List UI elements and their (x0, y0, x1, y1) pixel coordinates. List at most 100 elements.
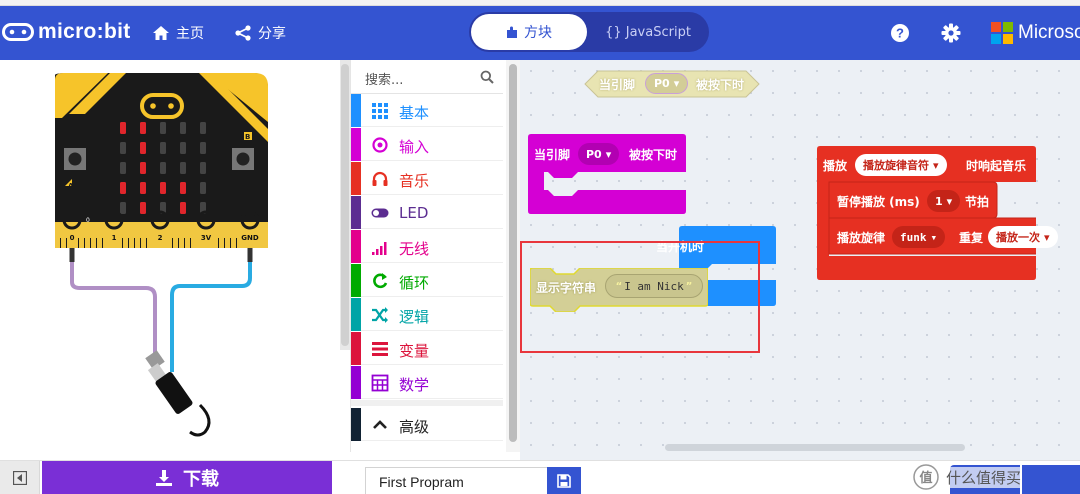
calculator-icon (371, 374, 389, 392)
music-play-prefix: 播放 (823, 159, 848, 173)
loop-icon (373, 273, 388, 289)
blocks-workspace[interactable]: 当引脚 P0 ▾ 被按下时 当引脚 P0 ▾ 被按下时 当开机时 显示字符串 “… (520, 60, 1080, 460)
save-button[interactable] (547, 467, 581, 494)
category-label: 变量 (399, 342, 430, 360)
category-variables[interactable]: 变量 (351, 332, 503, 365)
watermark-text: 什么值得买 (946, 466, 1022, 488)
melody-dropdown[interactable]: 播放旋律音符 ▾ (855, 154, 947, 176)
collapse-icon (13, 471, 27, 485)
home-button[interactable]: 主页 (152, 23, 204, 43)
simulator-panel: 0 1 2 3V GND 0 A B (0, 60, 345, 460)
home-label: 主页 (176, 26, 204, 42)
category-label: 基本 (399, 104, 430, 122)
category-label: 逻辑 (399, 308, 430, 326)
shuffle-icon (372, 307, 388, 323)
category-advanced[interactable]: 高级 (351, 408, 503, 441)
download-button[interactable]: 下载 (42, 461, 332, 494)
logo-text: micro:bit (38, 20, 131, 43)
signal-icon (372, 242, 387, 255)
pin-event-prefix: 当引脚 (534, 148, 571, 162)
bottom-bar: 下载 First Propram 值 什么值得买 (0, 460, 1080, 494)
home-icon (153, 26, 169, 40)
ghost-pin-event-block[interactable]: 当引脚 P0 ▾ 被按下时 (584, 70, 760, 98)
headphones-icon (372, 171, 388, 186)
beats-suffix: 节拍 (965, 195, 990, 209)
toggle-icon (371, 208, 389, 218)
microbit-logo[interactable]: micro:bit (2, 20, 131, 44)
microsoft-icon (991, 22, 1013, 44)
microbit-board[interactable]: 0 1 2 3V GND 0 A B (0, 60, 345, 460)
button-b[interactable] (232, 148, 254, 170)
svg-text:值: 值 (919, 470, 932, 486)
category-basic[interactable]: 基本 (351, 94, 503, 127)
pin-pressed-event-block[interactable]: 当引脚 P0 ▾ 被按下时 (528, 134, 686, 214)
repeat-dropdown[interactable]: 播放一次 ▾ (988, 226, 1058, 248)
editor-toggle: 方块 {} JavaScript (469, 12, 709, 52)
search-input[interactable]: 搜索... (365, 69, 403, 88)
javascript-tab[interactable]: {} JavaScript (589, 14, 707, 50)
watermark-logo-icon: 值 (913, 464, 939, 490)
toolbox-scrollbar[interactable] (506, 60, 520, 452)
blocks-tab-label: 方块 (524, 25, 552, 41)
category-label: 数学 (399, 376, 430, 394)
button-a-label: A (68, 182, 74, 190)
category-radio[interactable]: 无线 (351, 230, 503, 263)
chevron-down-icon: ▾ (933, 158, 939, 172)
chevron-up-icon (373, 420, 387, 429)
blocks-tab[interactable]: 方块 (471, 14, 587, 50)
help-icon[interactable]: ? (889, 22, 911, 44)
share-button[interactable]: 分享 (234, 23, 286, 43)
pin-label-1: 1 (112, 234, 117, 242)
selection-highlight-box (520, 241, 760, 353)
simulator-scrollbar[interactable] (340, 60, 350, 350)
app-header: micro:bit 主页 分享 方块 {} JavaScript ? Micro… (0, 6, 1080, 60)
category-label: 输入 (399, 138, 430, 156)
repeat-value: 播放一次 (996, 231, 1040, 244)
chevron-down-icon: ▾ (605, 147, 612, 161)
beats-dropdown[interactable]: 1 ▾ (927, 190, 961, 212)
button-b-label: B (245, 133, 250, 141)
category-input[interactable]: 输入 (351, 128, 503, 161)
melody-name-dropdown[interactable]: funk ▾ (892, 226, 946, 248)
ghost-prefix: 当引脚 (599, 78, 636, 92)
category-label: LED (399, 204, 429, 222)
ghost-suffix: 被按下时 (696, 78, 745, 92)
toolbox: 搜索... 基本 输入 音乐 LED 无线 循环 逻辑 变量 数学 高级 (350, 60, 520, 452)
download-icon (156, 470, 172, 486)
pin-event-value: P0 (586, 147, 602, 161)
melody-value: 播放旋律音符 (863, 159, 929, 172)
collapse-simulator-button[interactable] (0, 461, 40, 494)
category-logic[interactable]: 逻辑 (351, 298, 503, 331)
gear-icon[interactable] (940, 22, 962, 44)
category-label: 高级 (399, 418, 430, 436)
category-math[interactable]: 数学 (351, 366, 503, 399)
pin-event-dropdown[interactable]: P0 ▾ (578, 143, 620, 165)
chevron-down-icon: ▾ (673, 77, 680, 90)
pin-label-2: 2 (158, 234, 163, 242)
search-icon[interactable] (480, 70, 494, 84)
download-label: 下载 (183, 469, 219, 490)
zoom-controls[interactable] (1022, 465, 1080, 494)
beats-value: 1 (935, 194, 943, 208)
share-label: 分享 (258, 26, 286, 42)
music-play-event-block[interactable]: 播放 播放旋律音符 ▾ 时响起音乐 暂停播放 (ms) 1 ▾ 节拍 播放旋律 … (817, 146, 1036, 280)
category-music[interactable]: 音乐 (351, 162, 503, 195)
category-led[interactable]: LED (351, 196, 503, 229)
category-label: 无线 (399, 240, 430, 258)
chevron-down-icon: ▾ (946, 194, 953, 208)
ghost-pin-dropdown[interactable]: P0 ▾ (645, 73, 689, 94)
category-label: 循环 (399, 274, 430, 292)
grid-icon (372, 103, 388, 119)
category-loops[interactable]: 循环 (351, 264, 503, 297)
toolbox-search[interactable]: 搜索... (351, 60, 503, 94)
svg-text:?: ? (896, 26, 904, 41)
save-icon (557, 474, 571, 488)
chevron-down-icon: ▾ (1044, 230, 1050, 244)
button-a[interactable] (64, 148, 86, 170)
pin-label-3v: 3V (201, 234, 212, 242)
repeat-label: 重复 (959, 231, 984, 245)
workspace-hscrollbar[interactable] (665, 444, 965, 451)
melody-label: 播放旋律 (837, 231, 886, 245)
microsoft-logo[interactable]: Microso (991, 22, 1080, 44)
project-name-input[interactable]: First Propram (365, 467, 547, 494)
